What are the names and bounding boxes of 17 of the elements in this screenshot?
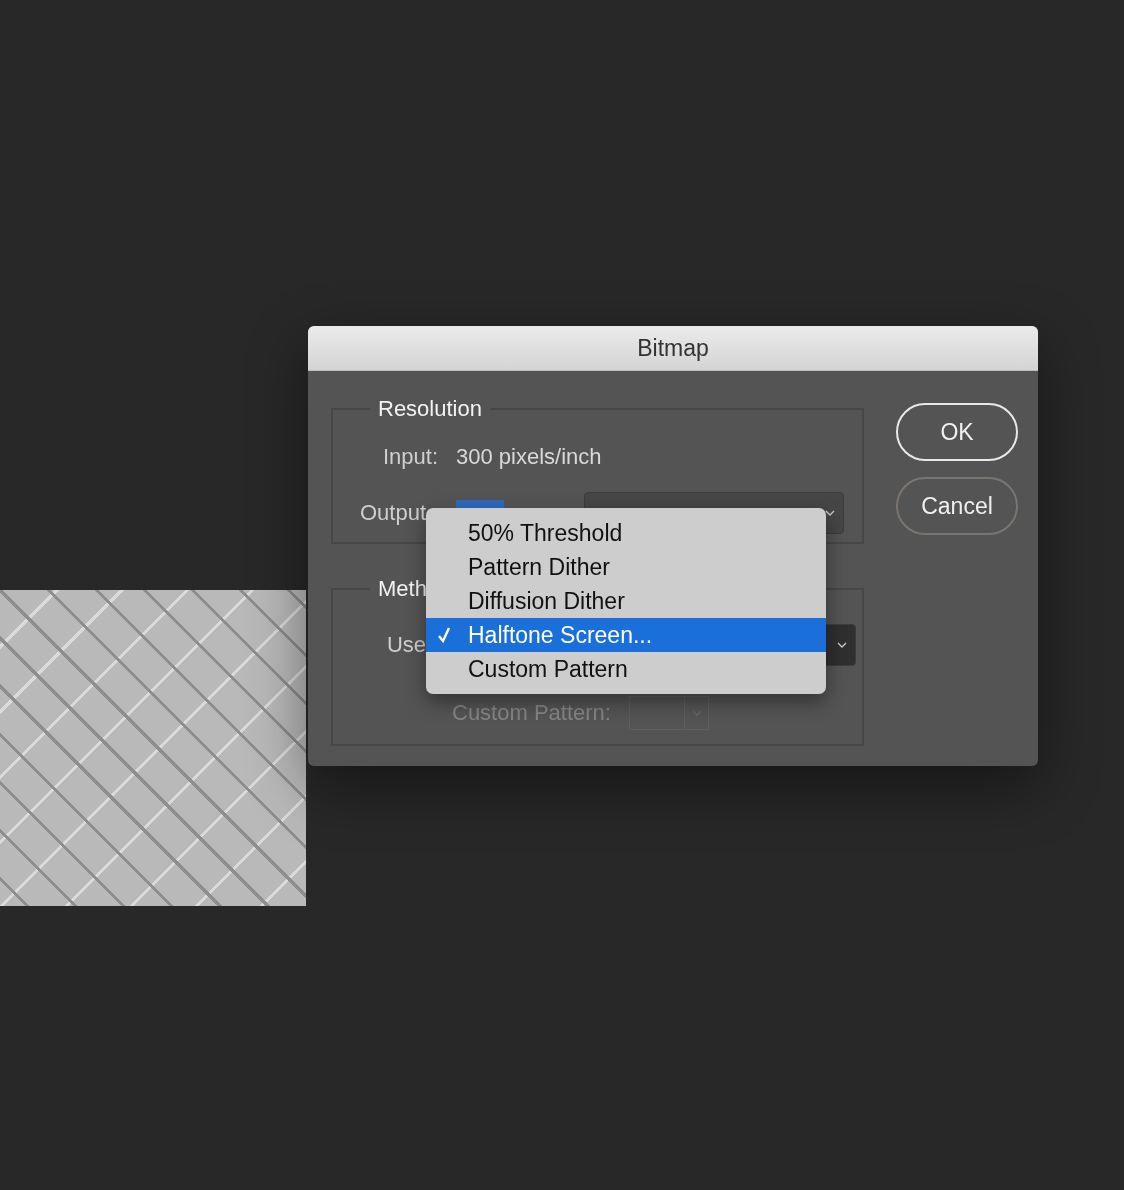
field-label: Output [358,500,426,526]
checkmark-icon [437,627,451,643]
group-title: Resolution [377,396,483,422]
field-label: Input: [381,444,438,470]
chevron-down-icon [837,642,847,648]
window-title: Bitmap [637,334,709,362]
menu-item[interactable]: Pattern Dither [426,550,826,584]
menu-item[interactable]: Halftone Screen... [426,618,826,652]
dialog-button[interactable]: Cancel [896,477,1018,535]
menu-item[interactable]: Diffusion Dither [426,584,826,618]
group-title: Meth [377,576,428,602]
menu-item[interactable]: 50% Threshold [426,516,826,550]
field-value: 300 pixels/inch [456,444,602,470]
pattern-picker[interactable] [628,696,709,730]
dialog-button[interactable]: OK [896,403,1018,461]
field-label: Use [385,632,426,658]
menu-item[interactable]: Custom Pattern [426,652,826,686]
